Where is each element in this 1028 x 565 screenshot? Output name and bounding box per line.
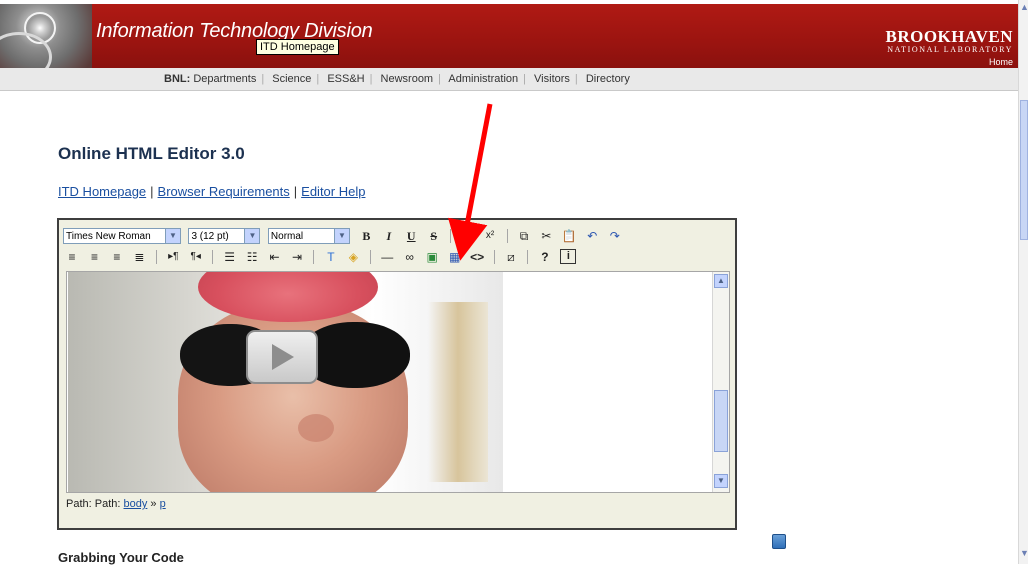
underline-icon[interactable]: U — [404, 228, 418, 244]
editor-scroll-thumb[interactable] — [714, 390, 728, 452]
play-icon[interactable] — [246, 330, 318, 384]
page-scrollbar[interactable]: ▲ ▼ — [1018, 0, 1028, 564]
bnl-logo[interactable]: BROOKHAVEN NATIONAL LABORATORY Home — [868, 27, 1014, 68]
document-icon[interactable] — [772, 534, 786, 549]
logo-sub-text: NATIONAL LABORATORY — [887, 45, 1013, 54]
logo-main-text: BROOKHAVEN — [885, 27, 1013, 46]
redo-icon[interactable]: ↷ — [608, 228, 622, 244]
justify-icon[interactable]: ≣ — [132, 249, 146, 265]
section-heading: Grabbing Your Code — [58, 550, 184, 565]
scroll-thumb[interactable] — [1020, 100, 1028, 240]
site-header: Information Technology Division ITD Home… — [0, 4, 1018, 68]
editor-content-area[interactable]: ▲ ▼ — [66, 271, 730, 493]
link-editor-help[interactable]: Editor Help — [301, 184, 365, 199]
toolbar-row-1: Times New Roman ▼ 3 (12 pt) ▼ Normal ▼ B I … — [63, 227, 624, 247]
link-browser-requirements[interactable]: Browser Requirements — [158, 184, 290, 199]
scroll-up-icon[interactable]: ▲ — [714, 274, 728, 288]
page-links: ITD Homepage | Browser Requirements | Editor… — [58, 184, 366, 199]
table-icon[interactable]: ▦ — [448, 249, 462, 265]
rtl-icon[interactable]: ¶◂ — [189, 249, 203, 265]
nav-departments[interactable]: Departments — [193, 73, 256, 85]
format-select[interactable]: Normal ▼ — [267, 227, 350, 244]
align-left-icon[interactable]: ≡ — [65, 249, 79, 265]
align-center-icon[interactable]: ≡ — [87, 249, 101, 265]
text-color-icon[interactable]: T — [324, 249, 338, 265]
cut-icon[interactable]: ✂ — [539, 228, 553, 244]
font-family-select[interactable]: Times New Roman ▼ — [63, 227, 181, 244]
bold-icon[interactable]: B — [359, 228, 373, 244]
path-separator: » — [150, 498, 157, 510]
about-icon[interactable]: i — [560, 249, 577, 265]
scroll-down-icon[interactable]: ▼ — [714, 474, 728, 488]
align-right-icon[interactable]: ≡ — [110, 249, 124, 265]
help-icon[interactable]: ? — [538, 249, 552, 265]
nav-newsroom[interactable]: Newsroom — [381, 73, 434, 85]
scroll-up-icon[interactable]: ▲ — [1020, 2, 1028, 12]
page-title: Online HTML Editor 3.0 — [58, 144, 245, 163]
editor-path-bar: Path: Path: body » p — [66, 495, 730, 513]
toolbar-row-2: ≡ ≡ ≡ ≣ ▸¶ ¶◂ ☰ ☷ ⇤ ⇥ T ◈ — ∞ ▣ ▦ <> ⧄ ?… — [63, 248, 578, 268]
subscript-icon[interactable]: x₂ — [461, 228, 475, 244]
unordered-list-icon[interactable]: ☷ — [245, 249, 259, 265]
header-photo — [0, 4, 92, 68]
tooltip: ITD Homepage — [256, 39, 339, 55]
horizontal-rule-icon[interactable]: — — [380, 249, 394, 265]
strikethrough-icon[interactable]: S — [427, 228, 441, 244]
chevron-down-icon: ▼ — [333, 228, 349, 243]
copy-icon[interactable]: ⧉ — [517, 228, 531, 244]
editor-scrollbar[interactable]: ▲ ▼ — [712, 272, 729, 492]
link-itd-homepage[interactable]: ITD Homepage — [58, 184, 146, 199]
paste-icon[interactable]: 📋 — [562, 228, 577, 244]
nav-visitors[interactable]: Visitors — [534, 73, 570, 85]
path-p-link[interactable]: p — [160, 498, 166, 510]
html-editor: Times New Roman ▼ 3 (12 pt) ▼ Normal ▼ B I … — [57, 218, 737, 530]
nav-essh[interactable]: ESS&H — [327, 73, 364, 85]
font-size-select[interactable]: 3 (12 pt) ▼ — [188, 227, 261, 244]
outdent-icon[interactable]: ⇤ — [268, 249, 282, 265]
html-source-icon[interactable]: <> — [470, 249, 484, 265]
fullscreen-icon[interactable]: ⧄ — [504, 249, 518, 265]
link-icon[interactable]: ∞ — [403, 249, 417, 265]
chevron-down-icon: ▼ — [165, 228, 180, 243]
chevron-down-icon: ▼ — [244, 228, 260, 243]
ordered-list-icon[interactable]: ☰ — [223, 249, 237, 265]
path-body-link[interactable]: body — [124, 498, 148, 510]
home-link[interactable]: Home — [868, 56, 1013, 68]
superscript-icon[interactable]: x² — [483, 228, 497, 244]
scroll-down-icon[interactable]: ▼ — [1020, 548, 1028, 558]
nav-administration[interactable]: Administration — [448, 73, 518, 85]
nav-lead: BNL: — [164, 73, 191, 85]
undo-icon[interactable]: ↶ — [585, 228, 599, 244]
italic-icon[interactable]: I — [382, 228, 396, 244]
embedded-video[interactable] — [68, 272, 503, 492]
nav-science[interactable]: Science — [272, 73, 311, 85]
path-label: Path: Path: — [66, 498, 121, 510]
ltr-icon[interactable]: ▸¶ — [166, 249, 180, 265]
bnl-nav-bar: BNL: Departments | Science | ESS&H | Newsro… — [0, 68, 1018, 91]
nav-directory[interactable]: Directory — [586, 73, 630, 85]
indent-icon[interactable]: ⇥ — [290, 249, 304, 265]
highlight-color-icon[interactable]: ◈ — [346, 249, 360, 265]
image-icon[interactable]: ▣ — [425, 249, 439, 265]
